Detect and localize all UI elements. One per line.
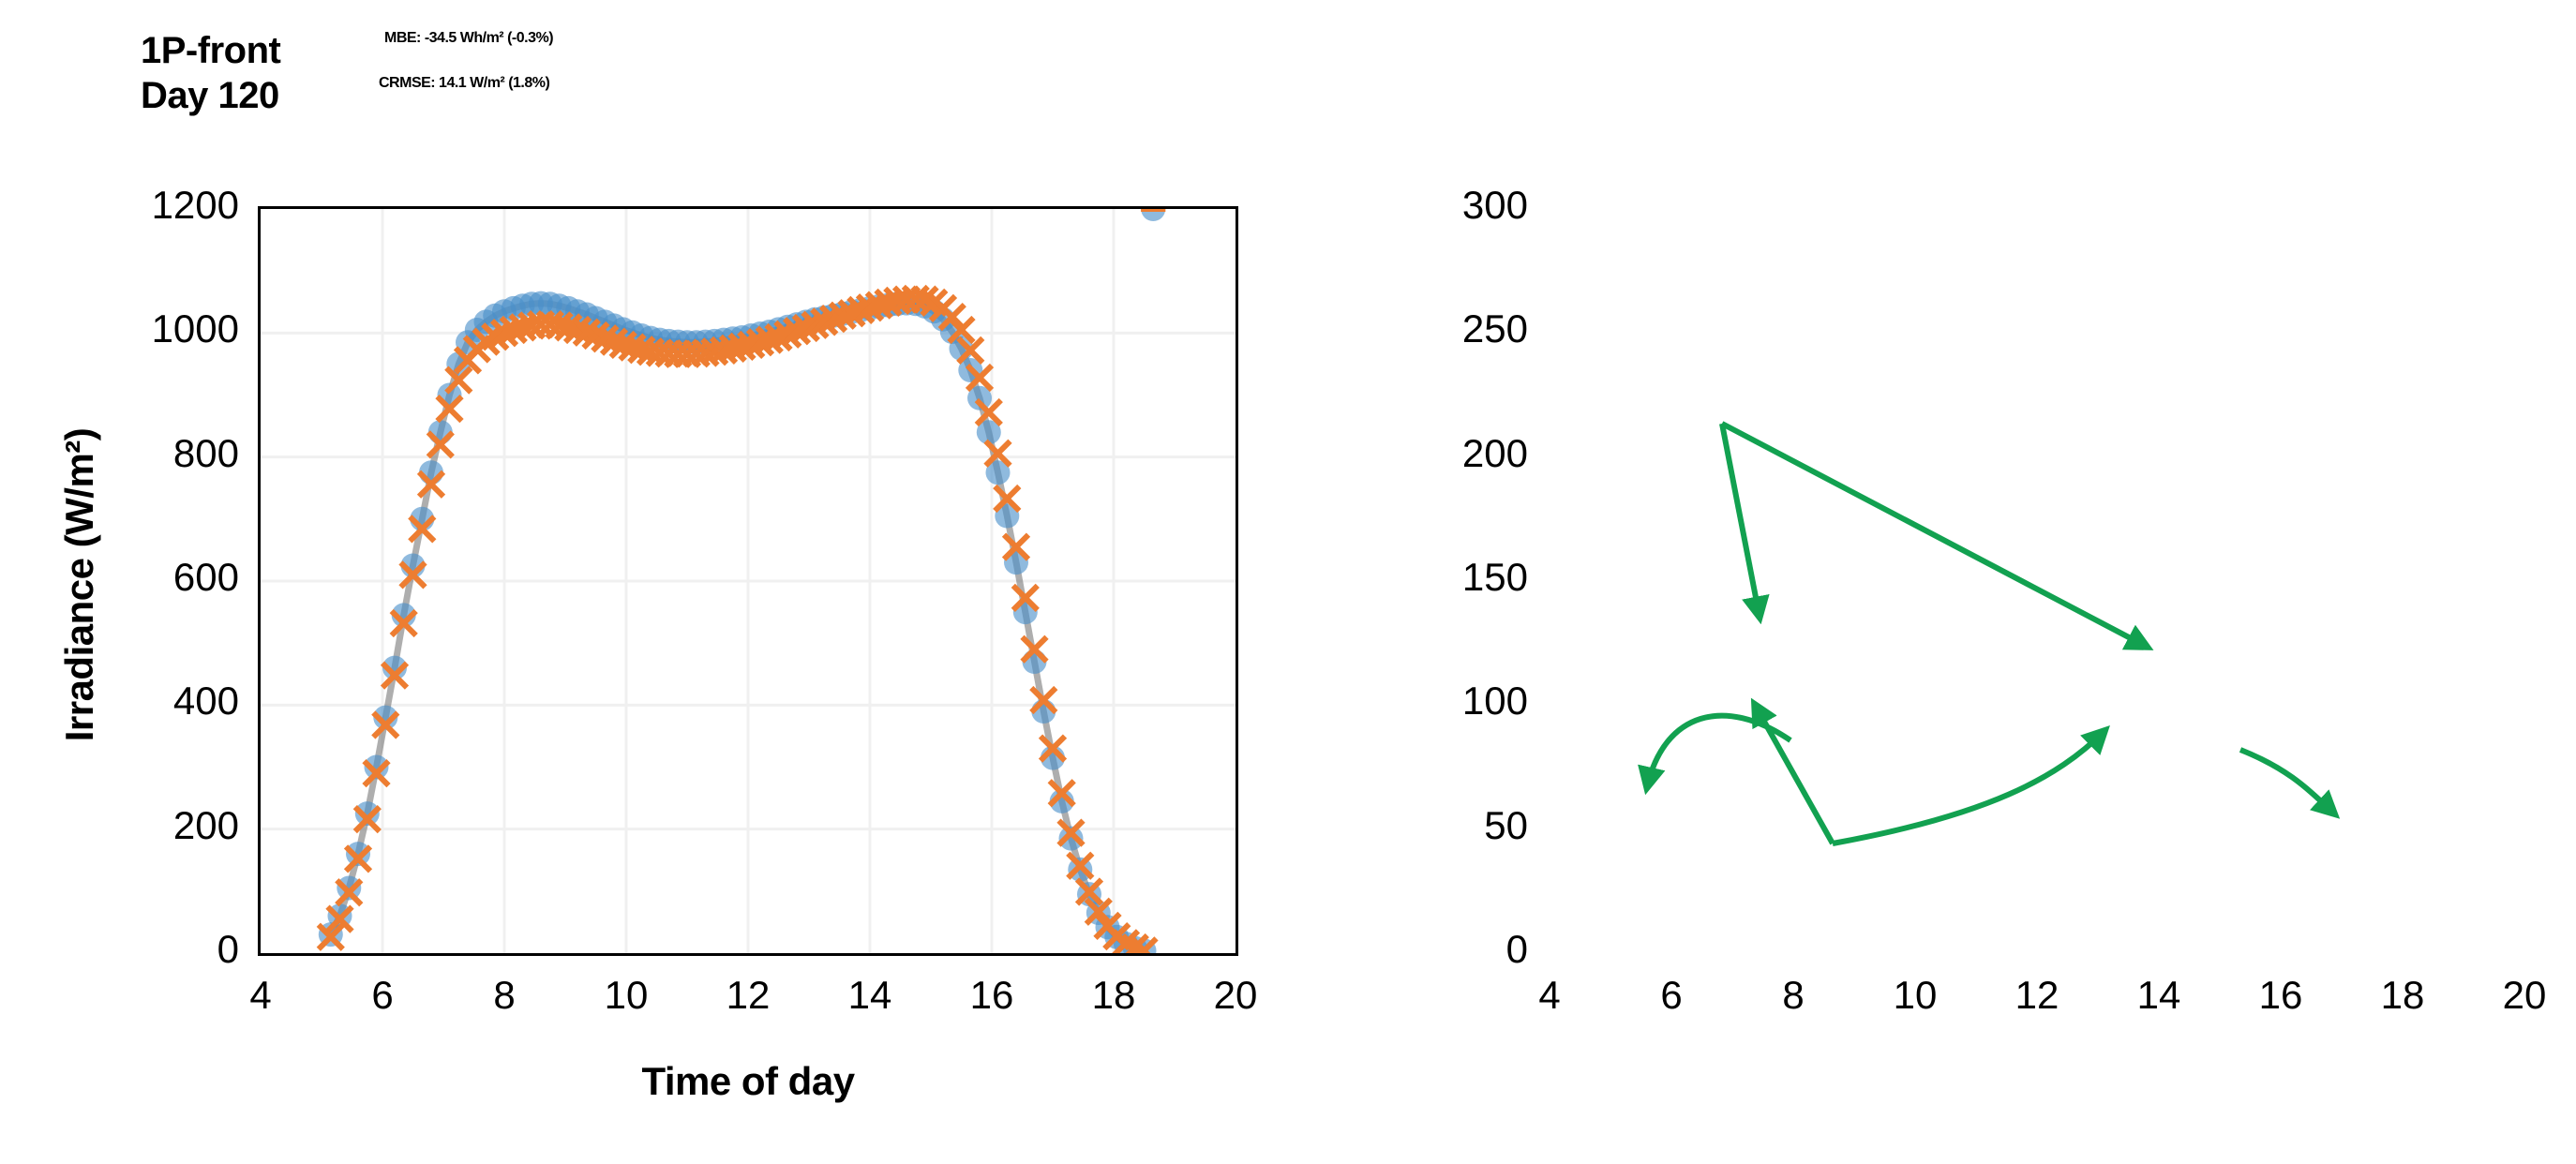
- x-axis-tick: 14: [2136, 973, 2181, 1017]
- panel-front-day: Day 120: [141, 75, 279, 116]
- y-axis-tick: 1000: [151, 306, 239, 351]
- x-axis-tick: 18: [1091, 973, 1136, 1017]
- x-axis-tick: 6: [371, 973, 394, 1017]
- x-axis-tick: 16: [2258, 973, 2303, 1017]
- panel-front-crmse: CRMSE: 14.1 W/m² (1.8%): [379, 75, 550, 91]
- x-axis-tick: 12: [2014, 973, 2059, 1017]
- panel-front-x-axis-title: Time of day: [641, 1059, 855, 1103]
- y-axis-tick: 600: [172, 555, 239, 599]
- panel-front-svg: [261, 209, 1236, 953]
- y-axis-tick: 1200: [151, 183, 239, 227]
- x-axis-tick: 12: [726, 973, 771, 1017]
- x-axis-tick: 18: [2380, 973, 2425, 1017]
- y-axis-tick: 250: [1461, 306, 1528, 351]
- y-axis-tick: 800: [172, 430, 239, 475]
- x-axis-tick: 8: [493, 973, 516, 1017]
- y-axis-tick: 0: [1505, 927, 1528, 971]
- panel-front-mbe: MBE: -34.5 Wh/m² (-0.3%): [384, 30, 554, 46]
- y-axis-tick: 200: [172, 802, 239, 847]
- x-axis-tick: 10: [604, 973, 649, 1017]
- y-axis-tick: 50: [1484, 802, 1528, 847]
- x-axis-tick: 16: [969, 973, 1014, 1017]
- y-axis-tick: 150: [1461, 555, 1528, 599]
- y-axis-tick: 300: [1461, 183, 1528, 227]
- panel-front-title: 1P-front: [141, 30, 281, 71]
- figure-root: 1P-front Day 120 MBE: -34.5 Wh/m² (-0.3%…: [0, 0, 2576, 1164]
- x-axis-tick: 14: [847, 973, 892, 1017]
- x-axis-tick: 10: [1893, 973, 1938, 1017]
- y-axis-tick: 100: [1461, 679, 1528, 724]
- x-axis-tick: 4: [249, 973, 272, 1017]
- x-axis-tick: 8: [1782, 973, 1805, 1017]
- x-axis-tick: 20: [1213, 973, 1258, 1017]
- y-axis-tick: 200: [1461, 430, 1528, 475]
- x-axis-tick: 6: [1660, 973, 1683, 1017]
- y-axis-tick: 400: [172, 679, 239, 724]
- x-axis-tick: 4: [1538, 973, 1561, 1017]
- y-axis-tick: 0: [217, 927, 239, 971]
- panel-front-plot-area: [258, 206, 1238, 956]
- x-axis-tick: 20: [2502, 973, 2547, 1017]
